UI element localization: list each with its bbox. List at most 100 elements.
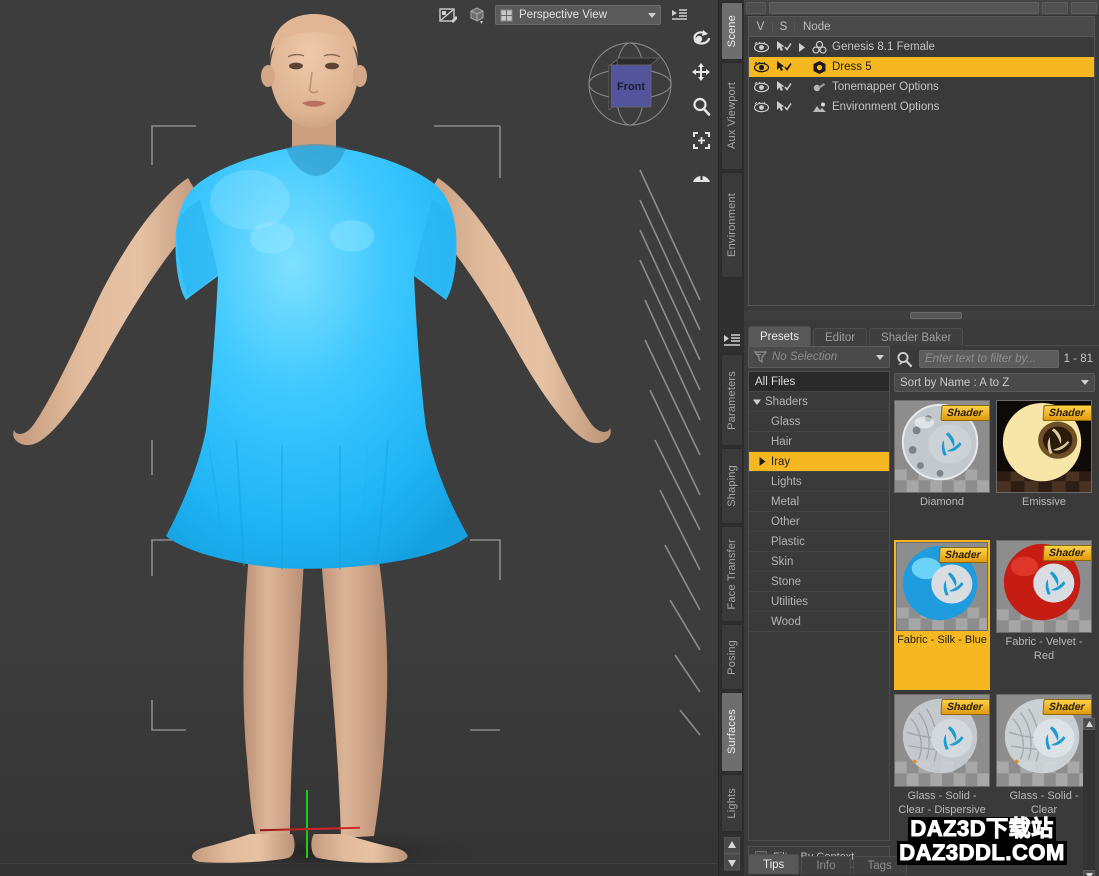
orbit-icon[interactable] xyxy=(689,26,713,50)
category-shaders[interactable]: Shaders xyxy=(749,392,889,412)
panel-splitter[interactable] xyxy=(744,311,1099,320)
category-lights[interactable]: Lights xyxy=(749,472,889,492)
visibility-eye-icon[interactable] xyxy=(749,42,773,53)
scroll-down-button[interactable] xyxy=(1083,870,1095,876)
rail-tab-parameters[interactable]: Parameters xyxy=(721,354,743,446)
rail-tab-environment[interactable]: Environment xyxy=(721,172,743,278)
zoom-icon[interactable] xyxy=(689,94,713,118)
shader-thumbnail[interactable]: Shader xyxy=(894,400,990,493)
category-utilities[interactable]: Utilities xyxy=(749,592,889,612)
shader-item-label: Diamond xyxy=(894,493,990,510)
tab-presets[interactable]: Presets xyxy=(748,326,811,346)
tab-tips[interactable]: Tips xyxy=(748,854,799,874)
rail-tab-lights[interactable]: Lights xyxy=(721,774,743,832)
camera-cube-icon[interactable] xyxy=(466,5,488,25)
pan-icon[interactable] xyxy=(689,60,713,84)
scene-node-row-selected[interactable]: Dress 5 xyxy=(749,57,1094,77)
view-selector-label: Perspective View xyxy=(519,9,642,21)
category-other[interactable]: Other xyxy=(749,512,889,532)
scene-node-row[interactable]: Genesis 8.1 Female xyxy=(749,37,1094,57)
figure-icon xyxy=(809,41,829,54)
tab-shader-baker-label: Shader Baker xyxy=(881,332,951,344)
shader-item-fabric-velvet-red[interactable]: Shader Fabric - Velvet - Red xyxy=(996,540,1092,690)
shader-badge: Shader xyxy=(1043,405,1092,421)
shader-item-diamond[interactable]: Shader Diamond xyxy=(894,400,990,536)
visibility-eye-icon[interactable] xyxy=(749,62,773,73)
viewport-nav-tools[interactable] xyxy=(688,26,714,186)
rail-menu-icon[interactable] xyxy=(722,332,742,350)
category-stone[interactable]: Stone xyxy=(749,572,889,592)
rail-tab-face-transfer[interactable]: Face Transfer xyxy=(721,526,743,622)
view-cube[interactable]: Front xyxy=(585,38,675,130)
selectable-cursor-icon[interactable] xyxy=(773,81,795,93)
tonemapper-icon xyxy=(809,81,829,94)
scene-tool-icon[interactable] xyxy=(746,2,766,14)
category-filter-dropdown[interactable]: No Selection xyxy=(748,346,890,368)
shader-item-fabric-silk-blue[interactable]: Shader Fabric - Silk - Blue xyxy=(894,540,990,690)
category-glass[interactable]: Glass xyxy=(749,412,889,432)
rail-tab-shaping[interactable]: Shaping xyxy=(721,448,743,524)
shader-badge: Shader xyxy=(1043,545,1092,561)
splitter-grip[interactable] xyxy=(910,312,962,319)
shader-thumbnail[interactable]: Shader xyxy=(996,400,1092,493)
viewport-toolbar[interactable]: Perspective View xyxy=(437,3,690,27)
tab-info[interactable]: Info xyxy=(801,856,850,874)
chevron-down-icon xyxy=(1081,380,1089,385)
rail-tab-aux-viewport[interactable]: Aux Viewport xyxy=(721,62,743,170)
category-iray[interactable]: Iray xyxy=(749,452,889,472)
shader-thumbnail[interactable]: Shader xyxy=(996,694,1092,787)
surfaces-tab-bar[interactable]: Presets Editor Shader Baker xyxy=(744,326,1099,346)
shader-item-emissive[interactable]: Shader Emissive xyxy=(996,400,1092,536)
category-all-files[interactable]: All Files xyxy=(749,372,889,392)
view-selector[interactable]: Perspective View xyxy=(495,5,661,25)
selectable-cursor-icon[interactable] xyxy=(773,61,795,73)
scene-toolbar-button-1[interactable] xyxy=(1042,2,1068,14)
sort-dropdown[interactable]: Sort by Name : A to Z xyxy=(894,373,1095,392)
tab-shader-baker[interactable]: Shader Baker xyxy=(869,328,963,346)
shader-thumbnail[interactable]: Shader xyxy=(896,542,988,631)
category-metal[interactable]: Metal xyxy=(749,492,889,512)
scene-node-row[interactable]: Environment Options xyxy=(749,97,1094,117)
category-list[interactable]: All Files Shaders Glass Hair Iray Lights… xyxy=(748,371,890,841)
scene-search-field[interactable] xyxy=(769,2,1039,14)
shader-thumbnail[interactable]: Shader xyxy=(996,540,1092,633)
selectable-cursor-icon[interactable] xyxy=(773,101,795,113)
scroll-up-button[interactable] xyxy=(1083,718,1095,730)
genesis-figure[interactable] xyxy=(0,0,718,876)
frame-icon[interactable] xyxy=(689,128,713,152)
reset-view-icon[interactable] xyxy=(689,162,713,186)
scene-toolbar-button-2[interactable] xyxy=(1071,2,1097,14)
category-wood[interactable]: Wood xyxy=(749,612,889,632)
selectable-cursor-icon[interactable] xyxy=(773,41,795,53)
rail-tab-scene[interactable]: Scene xyxy=(721,2,743,60)
visibility-eye-icon[interactable] xyxy=(749,82,773,93)
scene-tree[interactable]: V S Node Genesis 8.1 Female xyxy=(748,16,1095,306)
rail-scroll-arrows[interactable] xyxy=(724,837,740,874)
category-skin[interactable]: Skin xyxy=(749,552,889,572)
panel-tab-rail[interactable]: Scene Aux Viewport Environment Parameter… xyxy=(718,0,744,876)
search-input[interactable]: Enter text to filter by... xyxy=(919,350,1059,368)
tab-tips-label: Tips xyxy=(763,859,784,871)
shader-grid[interactable]: Shader Diamond xyxy=(894,398,1095,844)
rail-tab-surfaces-label: Surfaces xyxy=(726,709,738,754)
category-hair[interactable]: Hair xyxy=(749,432,889,452)
chevron-down-icon xyxy=(648,13,656,18)
shader-badge: Shader xyxy=(939,547,988,563)
chevron-right-icon xyxy=(759,457,766,466)
search-icon[interactable] xyxy=(894,351,914,368)
shader-thumbnail[interactable]: Shader xyxy=(894,694,990,787)
results-column: Enter text to filter by... 1 - 81 Sort b… xyxy=(894,346,1095,844)
render-settings-icon[interactable] xyxy=(437,5,459,25)
viewport-layout-icon[interactable] xyxy=(668,5,690,25)
rail-tab-posing[interactable]: Posing xyxy=(721,624,743,690)
visibility-eye-icon[interactable] xyxy=(749,102,773,113)
rail-tab-surfaces[interactable]: Surfaces xyxy=(721,692,743,772)
viewport-3d[interactable]: Front xyxy=(0,0,718,876)
category-plastic[interactable]: Plastic xyxy=(749,532,889,552)
category-label: Stone xyxy=(771,576,801,588)
expand-arrow-icon[interactable] xyxy=(795,43,809,52)
scene-node-row[interactable]: Tonemapper Options xyxy=(749,77,1094,97)
tab-editor[interactable]: Editor xyxy=(813,328,867,346)
category-label: All Files xyxy=(755,376,795,388)
scene-toolbar[interactable] xyxy=(744,0,1099,16)
